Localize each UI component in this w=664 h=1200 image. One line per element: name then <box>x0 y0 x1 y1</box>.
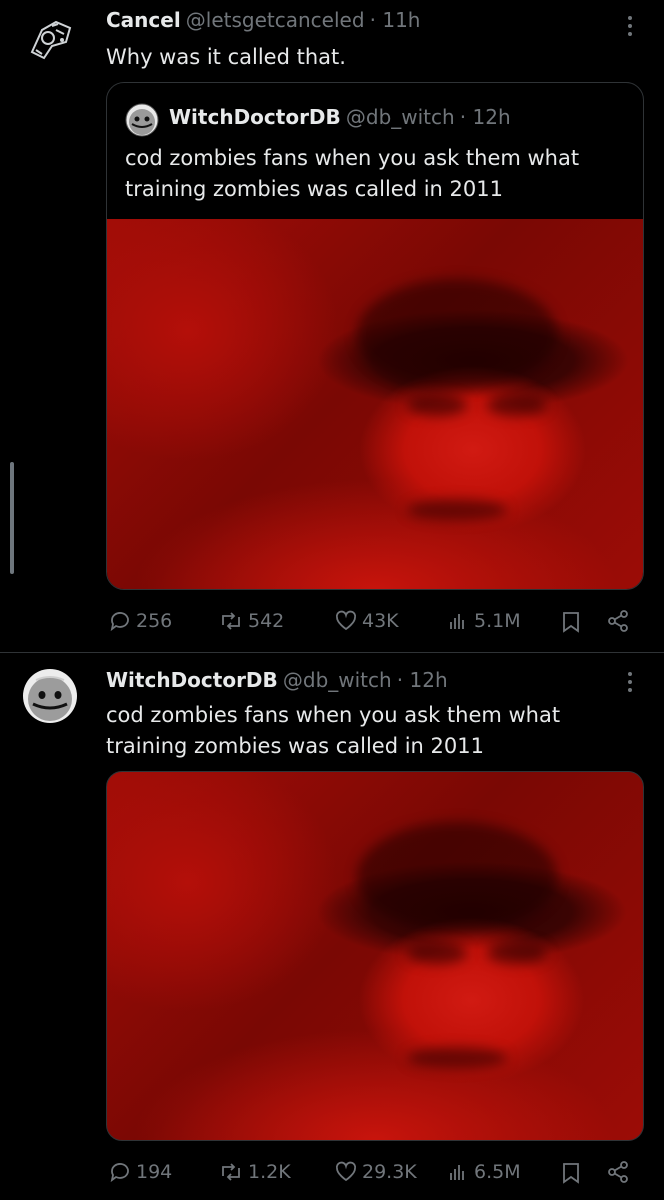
quote-display-name[interactable]: WitchDoctorDB <box>169 105 341 129</box>
view-count: 5.1M <box>474 610 521 632</box>
views-button[interactable]: 5.1M <box>446 609 521 633</box>
repost-count: 1.2K <box>248 1161 291 1183</box>
quote-handle[interactable]: @db_witch <box>346 105 455 129</box>
like-count: 29.3K <box>362 1161 417 1183</box>
timestamp[interactable]: · 12h <box>397 668 448 692</box>
quoted-tweet[interactable]: WitchDoctorDB @db_witch · 12h cod zombie… <box>106 82 644 590</box>
views-icon <box>450 1165 464 1180</box>
quote-avatar[interactable] <box>125 103 159 137</box>
tweet-text: cod zombies fans when you ask them what … <box>106 703 561 758</box>
views-icon <box>450 614 464 629</box>
like-button[interactable]: 29.3K <box>334 1160 417 1184</box>
scroll-indicator[interactable] <box>10 462 14 574</box>
repost-icon <box>222 1163 240 1181</box>
repost-button[interactable]: 1.2K <box>218 1160 291 1184</box>
display-name[interactable]: WitchDoctorDB <box>106 668 278 692</box>
bookmark-icon <box>563 612 579 633</box>
reply-button[interactable]: 194 <box>108 1160 172 1184</box>
tweet-text: Why was it called that. <box>106 45 346 69</box>
share-icon <box>608 610 628 632</box>
display-name[interactable]: Cancel <box>106 8 181 32</box>
quote-media-image[interactable] <box>107 219 643 589</box>
bookmark-button[interactable] <box>560 1161 582 1185</box>
media-image[interactable] <box>106 771 644 1141</box>
reply-count: 194 <box>136 1161 173 1183</box>
quote-text: cod zombies fans when you ask them what … <box>125 146 580 201</box>
share-button[interactable] <box>606 1160 630 1184</box>
heart-icon <box>335 610 357 631</box>
timestamp[interactable]: · 11h <box>370 8 421 32</box>
avatar[interactable] <box>22 668 78 724</box>
reply-count: 256 <box>136 610 173 632</box>
share-button[interactable] <box>606 609 630 633</box>
bookmark-icon <box>563 1163 579 1184</box>
quote-timestamp[interactable]: · 12h <box>460 105 511 129</box>
handle[interactable]: @letsgetcanceled <box>186 8 365 32</box>
reply-icon <box>110 1163 129 1183</box>
views-button[interactable]: 6.5M <box>446 1160 521 1184</box>
like-count: 43K <box>362 610 399 632</box>
repost-button[interactable]: 542 <box>218 609 284 633</box>
repost-count: 542 <box>248 610 285 632</box>
repost-icon <box>222 612 240 630</box>
like-button[interactable]: 43K <box>334 609 399 633</box>
heart-icon <box>335 1161 357 1182</box>
reply-icon <box>110 612 129 632</box>
reply-button[interactable]: 256 <box>108 609 172 633</box>
share-icon <box>608 1161 628 1183</box>
handle[interactable]: @db_witch <box>283 668 392 692</box>
more-options-icon[interactable] <box>628 16 632 36</box>
tweet-divider <box>0 652 664 653</box>
avatar[interactable] <box>22 12 78 68</box>
bookmark-button[interactable] <box>560 610 582 634</box>
view-count: 6.5M <box>474 1161 521 1183</box>
more-options-icon[interactable] <box>628 672 632 692</box>
